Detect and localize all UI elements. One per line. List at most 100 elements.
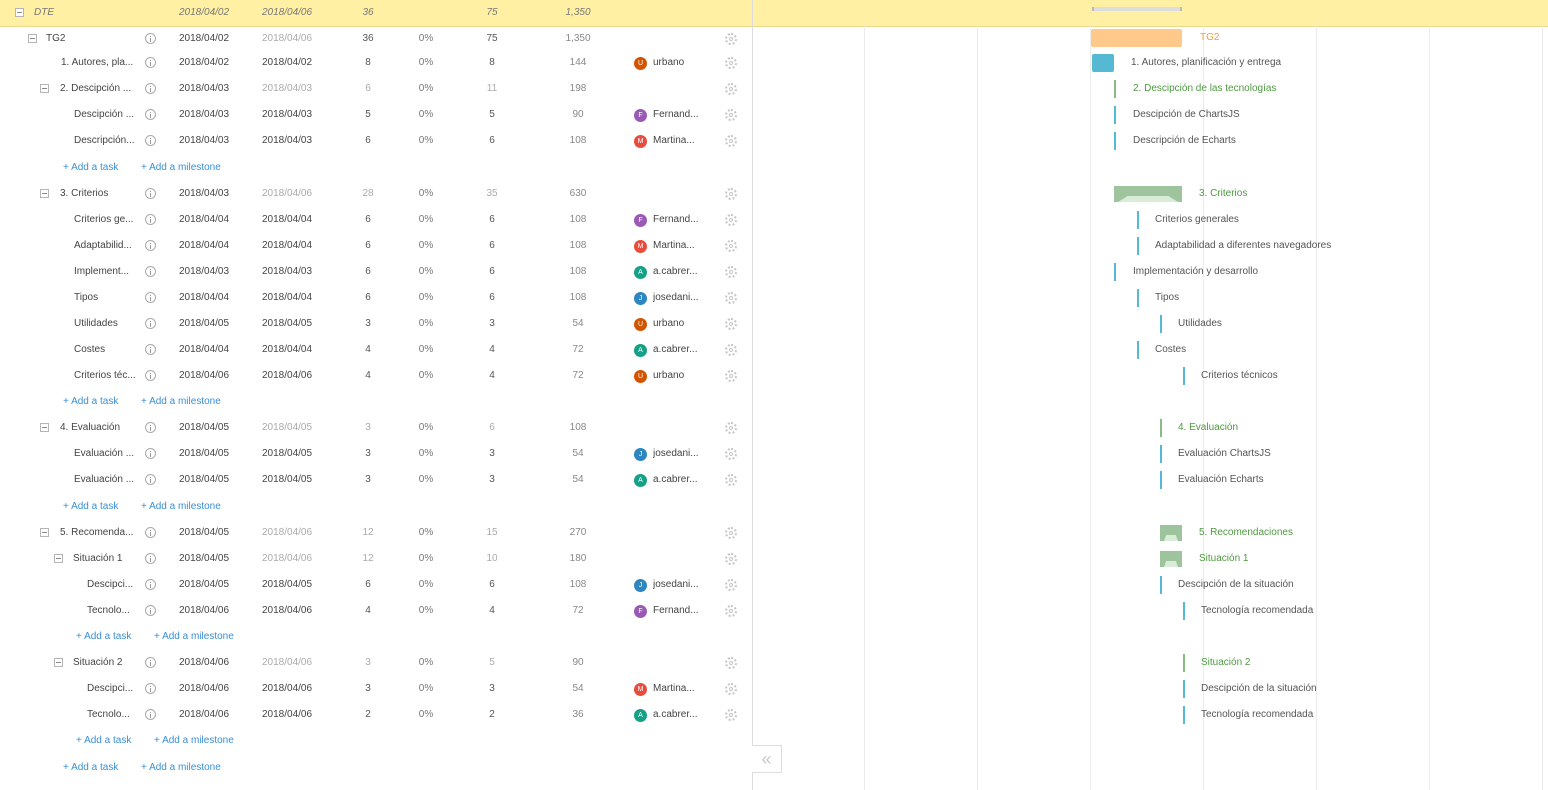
- task-name[interactable]: Implement...: [74, 259, 140, 285]
- task-name[interactable]: Criterios téc...: [74, 363, 140, 389]
- gear-icon[interactable]: [725, 109, 737, 121]
- task-bar[interactable]: [1160, 471, 1162, 489]
- task-name[interactable]: Tipos: [74, 285, 140, 311]
- assignee[interactable]: Aa.cabrer...: [634, 702, 714, 728]
- task-name[interactable]: Tecnolo...: [87, 702, 139, 728]
- info-icon[interactable]: [145, 579, 156, 590]
- assignee[interactable]: Jjosedani...: [634, 441, 714, 467]
- task-row[interactable]: Evaluación ... 2018/04/05 2018/04/05 3 0% 3 54…: [0, 441, 752, 467]
- info-icon[interactable]: [145, 240, 156, 251]
- tg2-summary-bar[interactable]: [1091, 29, 1182, 47]
- task-bar[interactable]: [1183, 602, 1185, 620]
- task-name[interactable]: Evaluación ...: [74, 467, 140, 493]
- task-bar[interactable]: [1183, 367, 1185, 385]
- info-icon[interactable]: [145, 188, 156, 199]
- assignee[interactable]: M Martina...: [634, 233, 714, 259]
- add-milestone-link[interactable]: + Add a milestone: [141, 155, 221, 181]
- summary-bar[interactable]: [1160, 419, 1162, 437]
- task-row[interactable]: Descipci... 2018/04/06 2018/04/06 3 0% 3 54 M Ma…: [0, 676, 752, 702]
- gear-icon[interactable]: [725, 370, 737, 382]
- info-icon[interactable]: [145, 657, 156, 668]
- info-icon[interactable]: [145, 709, 156, 720]
- gear-icon[interactable]: [725, 709, 737, 721]
- task-row[interactable]: Situación 1 2018/04/05 2018/04/06 12 0% 10 180: [0, 546, 752, 572]
- task-row[interactable]: Criterios ge... 2018/04/04 2018/04/04 6 0% 6 1…: [0, 207, 752, 233]
- task-row[interactable]: 4. Evaluación 2018/04/05 2018/04/05 3 0% 6 108: [0, 415, 752, 441]
- info-icon[interactable]: [145, 553, 156, 564]
- gear-icon[interactable]: [725, 422, 737, 434]
- task-name[interactable]: 4. Evaluación: [60, 415, 140, 441]
- assignee[interactable]: M Martina...: [634, 128, 714, 154]
- summary-bar[interactable]: [1160, 551, 1182, 567]
- info-icon[interactable]: [145, 33, 156, 44]
- gear-icon[interactable]: [725, 135, 737, 147]
- assignee[interactable]: Aa.cabrer...: [634, 467, 714, 493]
- task-bar[interactable]: [1183, 680, 1185, 698]
- gear-icon[interactable]: [725, 344, 737, 356]
- task-row[interactable]: 5. Recomenda... 2018/04/05 2018/04/06 12 0% 1…: [0, 520, 752, 546]
- task-row[interactable]: Situación 2 2018/04/06 2018/04/06 3 0% 5 90: [0, 650, 752, 676]
- gear-icon[interactable]: [725, 553, 737, 565]
- task-bar[interactable]: [1137, 341, 1139, 359]
- gear-icon[interactable]: [725, 188, 737, 200]
- info-icon[interactable]: [145, 370, 156, 381]
- task-row[interactable]: Tecnolo... 2018/04/06 2018/04/06 2 0% 2 36 Aa.c…: [0, 702, 752, 728]
- task-bar[interactable]: [1114, 106, 1116, 124]
- task-row[interactable]: Criterios téc... 2018/04/06 2018/04/06 4 0% 4…: [0, 363, 752, 389]
- gear-icon[interactable]: [725, 527, 737, 539]
- task-row[interactable]: Descripción... 2018/04/03 2018/04/03 6 0% 6 10…: [0, 128, 752, 154]
- summary-bar[interactable]: [1114, 80, 1116, 98]
- add-milestone-link[interactable]: + Add a milestone: [141, 755, 221, 781]
- task-name[interactable]: TG2: [46, 26, 141, 52]
- task-name[interactable]: 5. Recomenda...: [60, 520, 140, 546]
- task-name[interactable]: Evaluación ...: [74, 441, 140, 467]
- task-row[interactable]: Utilidades 2018/04/05 2018/04/05 3 0% 3 54 Uurb…: [0, 311, 752, 337]
- assignee[interactable]: F Fernand...: [634, 102, 714, 128]
- assignee[interactable]: Uurbano: [634, 363, 714, 389]
- collapse-toggle-icon[interactable]: [15, 8, 24, 17]
- info-icon[interactable]: [145, 318, 156, 329]
- task-name[interactable]: Criterios ge...: [74, 207, 140, 233]
- task-name[interactable]: Descipci...: [87, 676, 139, 702]
- gear-icon[interactable]: [725, 579, 737, 591]
- collapse-toggle-icon[interactable]: [40, 84, 49, 93]
- task-bar[interactable]: [1137, 237, 1139, 255]
- task-row[interactable]: 3. Criterios 2018/04/03 2018/04/06 28 0% 35 63…: [0, 181, 752, 207]
- task-bar[interactable]: [1137, 289, 1139, 307]
- task-name[interactable]: Situación 1: [73, 546, 139, 572]
- task-bar[interactable]: [1160, 315, 1162, 333]
- add-task-link[interactable]: + Add a task: [76, 624, 131, 650]
- gear-icon[interactable]: [725, 605, 737, 617]
- summary-bar[interactable]: [1114, 186, 1182, 202]
- assignee[interactable]: Jjosedani...: [634, 285, 714, 311]
- info-icon[interactable]: [145, 214, 156, 225]
- assignee[interactable]: F Fernand...: [634, 598, 714, 624]
- info-icon[interactable]: [145, 57, 156, 68]
- task-name[interactable]: Descipci...: [87, 572, 139, 598]
- task-name[interactable]: Adaptabilid...: [74, 233, 140, 259]
- project-header-row[interactable]: DTE 2018/04/02 2018/04/06 36 75 1,350: [0, 0, 752, 27]
- gear-icon[interactable]: [725, 266, 737, 278]
- assignee[interactable]: F Fernand...: [634, 207, 714, 233]
- task-row[interactable]: Tipos 2018/04/04 2018/04/04 6 0% 6 108 Jjosedan…: [0, 285, 752, 311]
- task-row[interactable]: Tecnolo... 2018/04/06 2018/04/06 4 0% 4 72 F Fer…: [0, 598, 752, 624]
- assignee[interactable]: M Martina...: [634, 676, 714, 702]
- info-icon[interactable]: [145, 605, 156, 616]
- summary-bar[interactable]: [1183, 654, 1185, 672]
- collapse-toggle-icon[interactable]: [28, 34, 37, 43]
- info-icon[interactable]: [145, 266, 156, 277]
- summary-bar[interactable]: [1160, 525, 1182, 541]
- task-row[interactable]: Descipci... 2018/04/05 2018/04/05 6 0% 6 108 Jj…: [0, 572, 752, 598]
- add-milestone-link[interactable]: + Add a milestone: [154, 624, 234, 650]
- info-icon[interactable]: [145, 422, 156, 433]
- assignee[interactable]: Aa.cabrer...: [634, 259, 714, 285]
- collapse-toggle-icon[interactable]: [54, 554, 63, 563]
- info-icon[interactable]: [145, 527, 156, 538]
- collapse-panel-icon[interactable]: «: [752, 745, 782, 773]
- task-row[interactable]: Evaluación ... 2018/04/05 2018/04/05 3 0% 3 54…: [0, 467, 752, 493]
- gear-icon[interactable]: [725, 57, 737, 69]
- info-icon[interactable]: [145, 83, 156, 94]
- info-icon[interactable]: [145, 292, 156, 303]
- info-icon[interactable]: [145, 109, 156, 120]
- task-bar[interactable]: [1183, 706, 1185, 724]
